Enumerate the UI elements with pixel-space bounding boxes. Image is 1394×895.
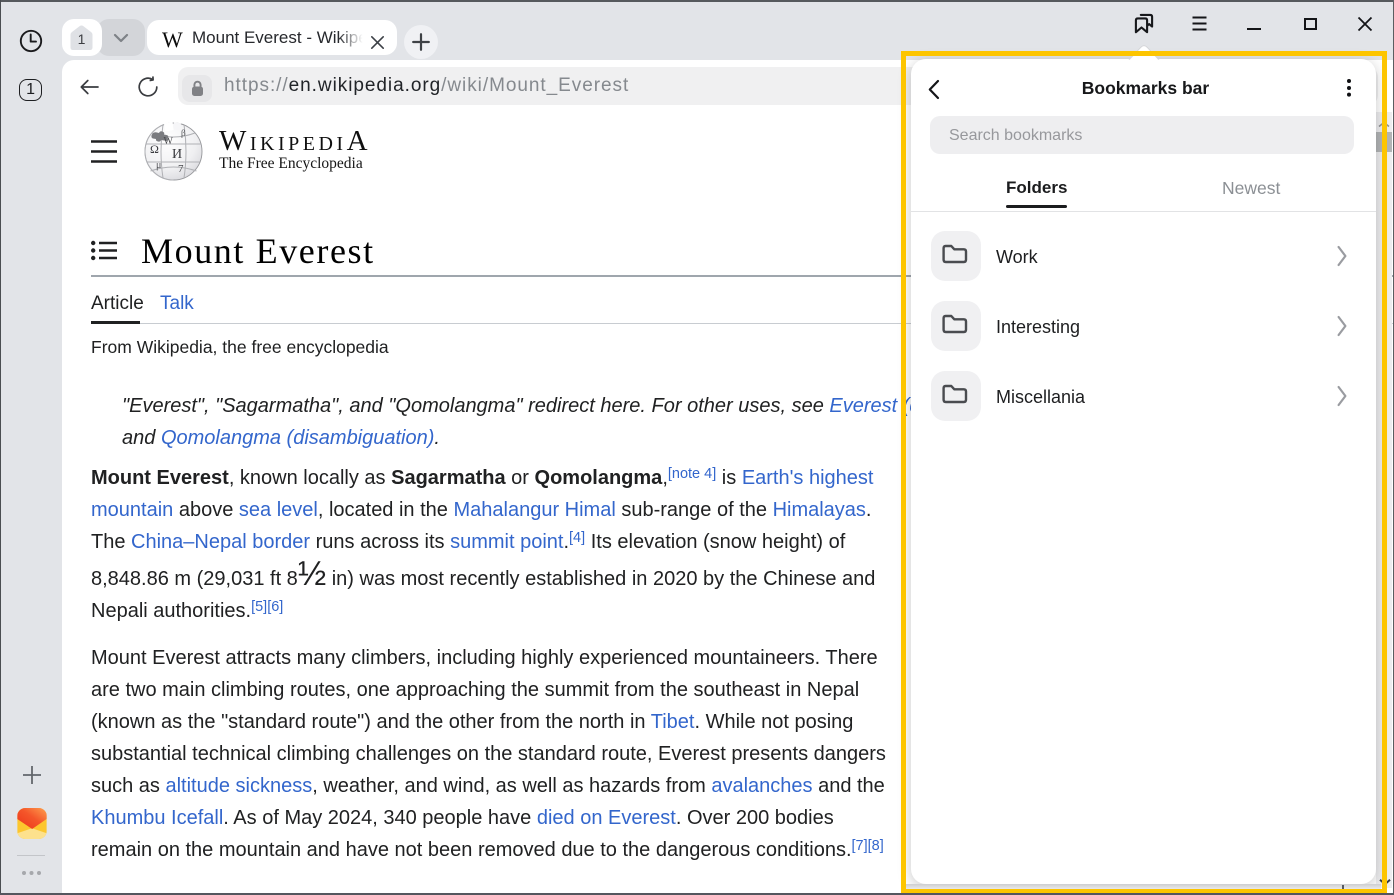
svg-text:7: 7 [178,163,184,175]
svg-text:И: И [172,147,182,162]
svg-text:1: 1 [78,31,86,47]
svg-text:Ω: Ω [150,142,159,156]
svg-text:μ: μ [156,160,161,171]
svg-text:W: W [164,136,174,147]
svg-text:β: β [181,128,186,138]
